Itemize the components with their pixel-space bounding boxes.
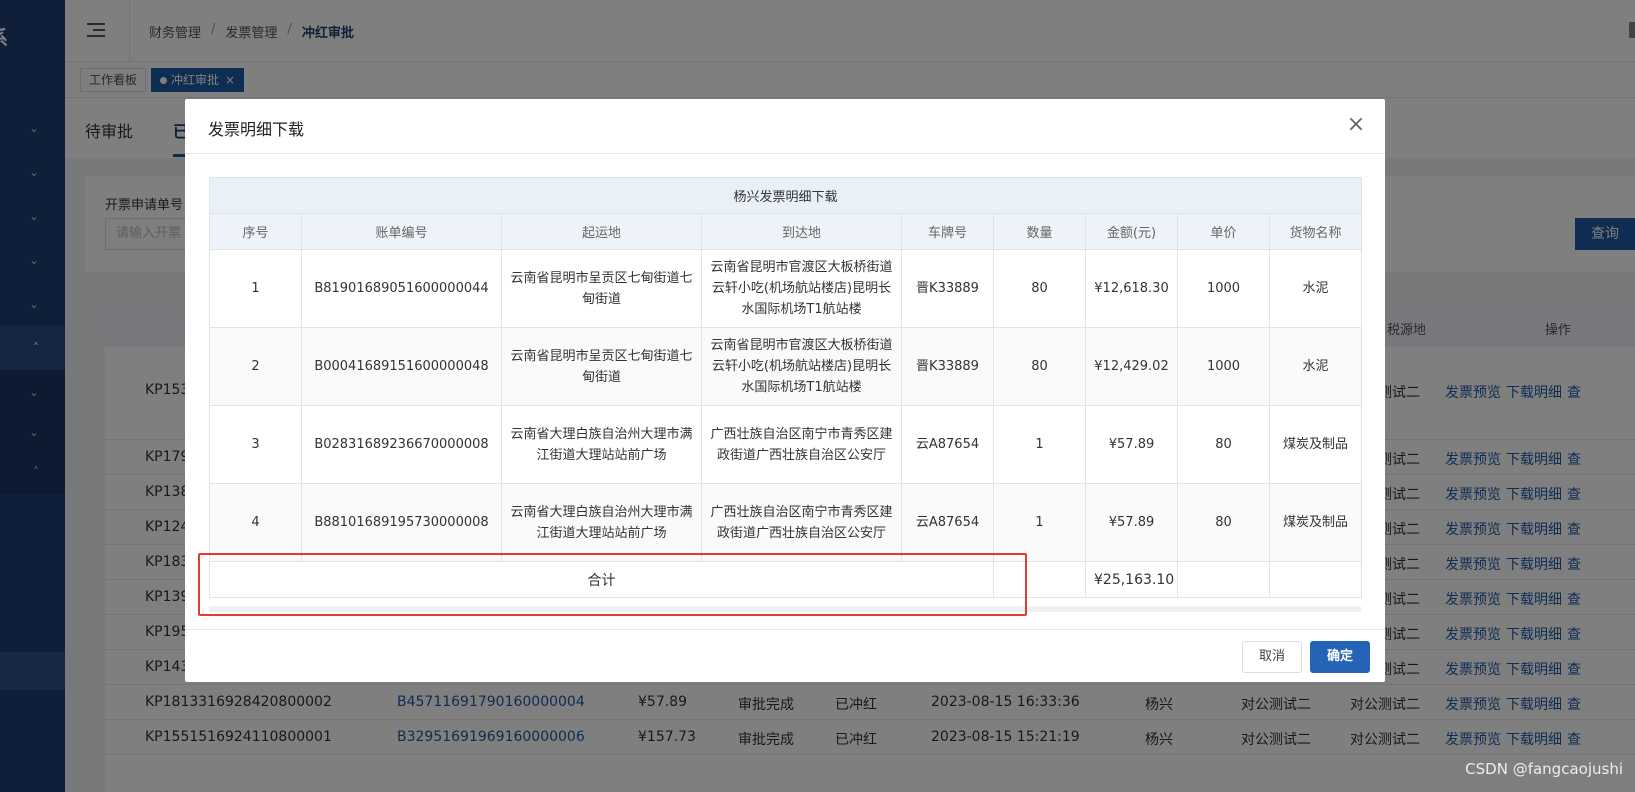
cell-to: 云南省昆明市官渡区大板桥街道云轩小吃(机场航站楼店)昆明长水国际机场T1航站楼 <box>701 249 902 328</box>
divider <box>185 629 1385 630</box>
cell-qty: 80 <box>993 327 1086 406</box>
cell-from: 云南省大理白族自治州大理市满江街道大理站站前广场 <box>501 483 702 562</box>
watermark: CSDN @fangcaojushi <box>1465 760 1623 778</box>
cancel-button[interactable]: 取消 <box>1242 641 1302 673</box>
table-row: 2 B00041689151600000048 云南省昆明市呈贡区七甸街道七甸街道云… <box>209 327 1363 406</box>
cell-bill: B02831689236670000008 <box>301 405 502 484</box>
cell-qty: 80 <box>993 249 1086 328</box>
cell-from: 云南省大理白族自治州大理市满江街道大理站站前广场 <box>501 405 702 484</box>
cell-from: 云南省昆明市呈贡区七甸街道七甸街道 <box>501 327 702 406</box>
cell-to: 广西壮族自治区南宁市青秀区建政街道广西壮族自治区公安厅 <box>701 405 902 484</box>
cell-bill: B00041689151600000048 <box>301 327 502 406</box>
cell-amount: ¥57.89 <box>1085 483 1178 562</box>
cell-price: 80 <box>1177 483 1270 562</box>
table-row: 4 B88101689195730000008 云南省大理白族自治州大理市满江街道大… <box>209 483 1363 562</box>
highlight-box <box>198 553 1027 616</box>
table-header-row: 序号 账单编号 起运地 到达地 车牌号 数量 金额(元) 单价 货物名称 <box>209 213 1363 250</box>
close-icon[interactable]: × <box>1345 114 1367 136</box>
cell-plate: 晋K33889 <box>901 327 994 406</box>
cell-to: 云南省昆明市官渡区大板桥街道云轩小吃(机场航站楼店)昆明长水国际机场T1航站楼 <box>701 327 902 406</box>
table-row: 3 B02831689236670000008 云南省大理白族自治州大理市满江街道大… <box>209 405 1363 484</box>
cell-price: 1000 <box>1177 327 1270 406</box>
cell-price: 1000 <box>1177 249 1270 328</box>
cell-qty: 1 <box>993 483 1086 562</box>
cell-plate: 云A87654 <box>901 483 994 562</box>
total-amount: ¥25,163.10 <box>1085 561 1178 598</box>
cell-bill: B88101689195730000008 <box>301 483 502 562</box>
cell-to: 广西壮族自治区南宁市青秀区建政街道广西壮族自治区公安厅 <box>701 483 902 562</box>
cell-price: 80 <box>1177 405 1270 484</box>
cell-no: 3 <box>209 405 302 484</box>
cell-goods: 煤炭及制品 <box>1268 483 1363 562</box>
cell-no: 4 <box>209 483 302 562</box>
cell-qty: 1 <box>993 405 1086 484</box>
cell-plate: 云A87654 <box>901 405 994 484</box>
cell-no: 1 <box>209 249 302 328</box>
cell-goods: 水泥 <box>1268 249 1363 328</box>
cell-goods: 水泥 <box>1268 327 1363 406</box>
table-caption: 杨兴发票明细下载 <box>208 177 1363 214</box>
cell-amount: ¥57.89 <box>1085 405 1178 484</box>
divider <box>185 153 1385 154</box>
confirm-button[interactable]: 确定 <box>1310 641 1370 673</box>
cell-bill: B81901689051600000044 <box>301 249 502 328</box>
cell-goods: 煤炭及制品 <box>1268 405 1363 484</box>
cell-no: 2 <box>209 327 302 406</box>
table-row: 1 B81901689051600000044 云南省昆明市呈贡区七甸街道七甸街道云… <box>209 249 1363 328</box>
cell-from: 云南省昆明市呈贡区七甸街道七甸街道 <box>501 249 702 328</box>
invoice-detail-table: 杨兴发票明细下载 序号 账单编号 起运地 到达地 车牌号 数量 金额(元) 单价… <box>208 177 1363 598</box>
cell-amount: ¥12,429.02 <box>1085 327 1178 406</box>
cell-amount: ¥12,618.30 <box>1085 249 1178 328</box>
dialog-title: 发票明细下载 <box>208 120 305 139</box>
cell-plate: 晋K33889 <box>901 249 994 328</box>
